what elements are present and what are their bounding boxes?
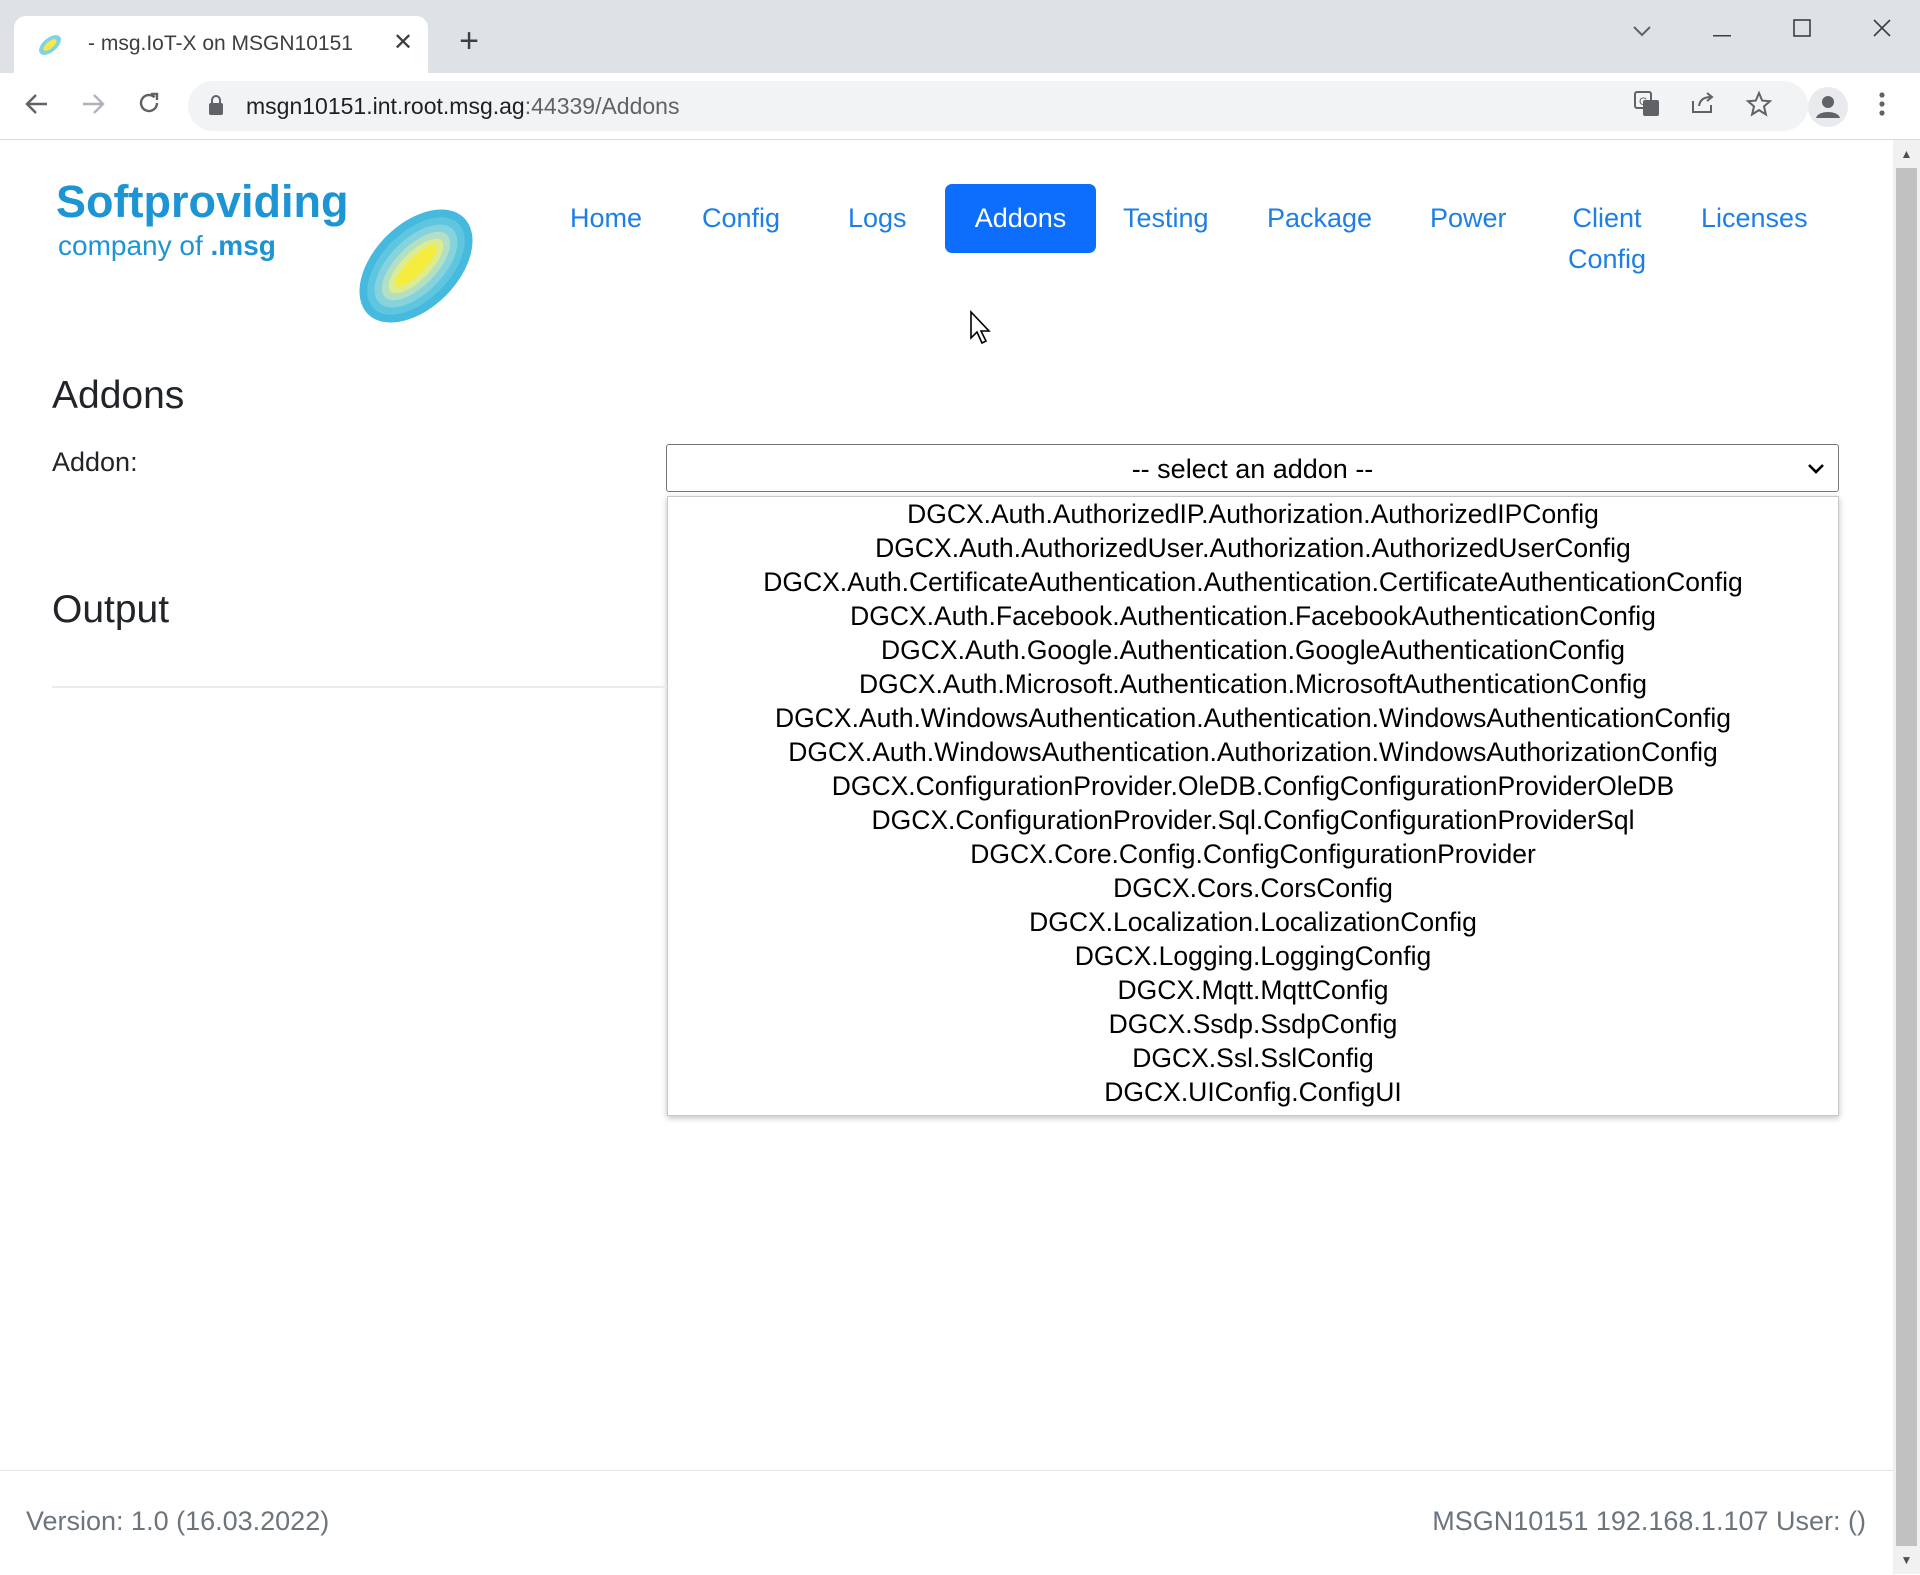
logo-title: Softproviding — [56, 176, 349, 227]
addon-option[interactable]: DGCX.Core.Config.ConfigConfigurationProv… — [668, 837, 1838, 871]
plus-icon[interactable]: + — [452, 24, 486, 58]
nav-client-config[interactable]: Client Config — [1562, 198, 1652, 280]
nav-power[interactable]: Power — [1430, 198, 1507, 239]
address-bar[interactable]: msgn10151.int.root.msg.ag:44339/Addons G — [188, 81, 1808, 131]
addon-option[interactable]: DGCX.Auth.Google.Authentication.GoogleAu… — [668, 633, 1838, 667]
page-footer: Version: 1.0 (16.03.2022) MSGN10151 192.… — [0, 1470, 1893, 1575]
output-heading: Output — [52, 588, 170, 631]
url-text[interactable]: msgn10151.int.root.msg.ag:44339/Addons — [246, 93, 679, 120]
addon-option[interactable]: DGCX.Ssdp.SsdpConfig — [668, 1007, 1838, 1041]
addon-option[interactable]: DGCX.Auth.AuthorizedIP.Authorization.Aut… — [668, 497, 1838, 531]
output-divider — [52, 686, 667, 688]
addon-option[interactable]: DGCX.ConfigurationProvider.OleDB.ConfigC… — [668, 769, 1838, 803]
translate-icon[interactable]: G — [1632, 91, 1662, 121]
page-title: Addons — [52, 374, 185, 417]
nav-client-config-line1: Client — [1572, 203, 1642, 233]
maximize-icon[interactable] — [1780, 10, 1824, 46]
addon-dropdown-list: DGCX.Auth.AuthorizedIP.Authorization.Aut… — [667, 496, 1839, 1116]
reload-icon[interactable] — [130, 87, 168, 125]
page-scrollbar[interactable]: ▲ ▼ — [1893, 140, 1920, 1574]
addon-option[interactable]: DGCX.Logging.LoggingConfig — [668, 939, 1838, 973]
addon-option[interactable]: DGCX.Localization.LocalizationConfig — [668, 905, 1838, 939]
addon-option[interactable]: DGCX.Auth.WindowsAuthentication.Authoriz… — [668, 735, 1838, 769]
site-favicon-icon — [39, 35, 61, 55]
url-path: :44339/Addons — [524, 93, 680, 119]
scroll-down-arrow-icon[interactable]: ▼ — [1893, 1548, 1920, 1572]
addon-option[interactable]: DGCX.Cors.CorsConfig — [668, 871, 1838, 905]
logo-subtitle-prefix: company of — [58, 230, 211, 261]
addon-option[interactable]: DGCX.Auth.Microsoft.Authentication.Micro… — [668, 667, 1838, 701]
lock-icon[interactable] — [208, 94, 224, 116]
addon-label: Addon: — [52, 447, 138, 477]
host-info-text: MSGN10151 192.168.1.107 User: () — [1432, 1506, 1866, 1536]
addon-select-value: -- select an addon -- — [1131, 454, 1374, 484]
nav-licenses[interactable]: Licenses — [1701, 198, 1808, 239]
close-icon[interactable]: ✕ — [388, 28, 418, 58]
close-window-icon[interactable] — [1860, 10, 1904, 46]
nav-logs[interactable]: Logs — [848, 198, 907, 239]
softproviding-logo[interactable]: Softproviding company of .msg — [56, 176, 486, 323]
nav-addons[interactable]: Addons — [945, 184, 1096, 253]
share-icon[interactable] — [1688, 91, 1718, 121]
minimize-icon[interactable] — [1700, 10, 1744, 46]
addon-option[interactable]: DGCX.UIConfig.ConfigUI — [668, 1075, 1838, 1109]
kebab-menu-icon[interactable] — [1868, 87, 1896, 127]
chevron-down-icon[interactable] — [1806, 459, 1826, 479]
browser-tab-strip: - msg.IoT-X on MSGN10151 ✕ + — [0, 0, 1920, 73]
mouse-cursor-icon — [970, 310, 991, 345]
back-arrow-icon[interactable] — [18, 87, 56, 125]
scroll-up-arrow-icon[interactable]: ▲ — [1893, 142, 1920, 166]
browser-tab[interactable]: - msg.IoT-X on MSGN10151 ✕ — [14, 16, 428, 73]
url-host: msgn10151.int.root.msg.ag — [246, 93, 525, 119]
addon-option[interactable]: DGCX.Mqtt.MqttConfig — [668, 973, 1838, 1007]
svg-text:G: G — [1639, 96, 1648, 108]
scrollbar-thumb[interactable] — [1896, 168, 1917, 1546]
logo-brand: .msg — [210, 230, 276, 261]
tab-title: - msg.IoT-X on MSGN10151 — [88, 32, 353, 55]
version-text: Version: 1.0 (16.03.2022) — [26, 1506, 330, 1536]
addon-option[interactable]: DGCX.Auth.Facebook.Authentication.Facebo… — [668, 599, 1838, 633]
profile-icon[interactable] — [1808, 87, 1848, 127]
nav-package[interactable]: Package — [1267, 198, 1372, 239]
nav-home[interactable]: Home — [570, 198, 642, 239]
star-icon[interactable] — [1744, 90, 1774, 121]
addon-option[interactable]: DGCX.ConfigurationProvider.Sql.ConfigCon… — [668, 803, 1838, 837]
addon-select[interactable]: -- select an addon -- — [666, 444, 1839, 492]
addon-option[interactable]: DGCX.Auth.CertificateAuthentication.Auth… — [668, 565, 1838, 599]
forward-arrow-icon[interactable] — [74, 87, 112, 125]
browser-toolbar: msgn10151.int.root.msg.ag:44339/Addons G — [0, 73, 1920, 140]
page-content: Softproviding company of .msg Home Confi… — [0, 140, 1893, 1574]
logo-subtitle: company of .msg — [58, 230, 276, 262]
logo-mark-icon — [359, 209, 473, 323]
addon-option[interactable]: DGCX.Auth.AuthorizedUser.Authorization.A… — [668, 531, 1838, 565]
chevron-down-icon[interactable] — [1620, 10, 1664, 46]
nav-client-config-line2: Config — [1567, 244, 1647, 274]
addon-option[interactable]: DGCX.Auth.WindowsAuthentication.Authenti… — [668, 701, 1838, 735]
nav-testing[interactable]: Testing — [1123, 198, 1209, 239]
nav-config[interactable]: Config — [702, 198, 780, 239]
addon-option[interactable]: DGCX.Ssl.SslConfig — [668, 1041, 1838, 1075]
